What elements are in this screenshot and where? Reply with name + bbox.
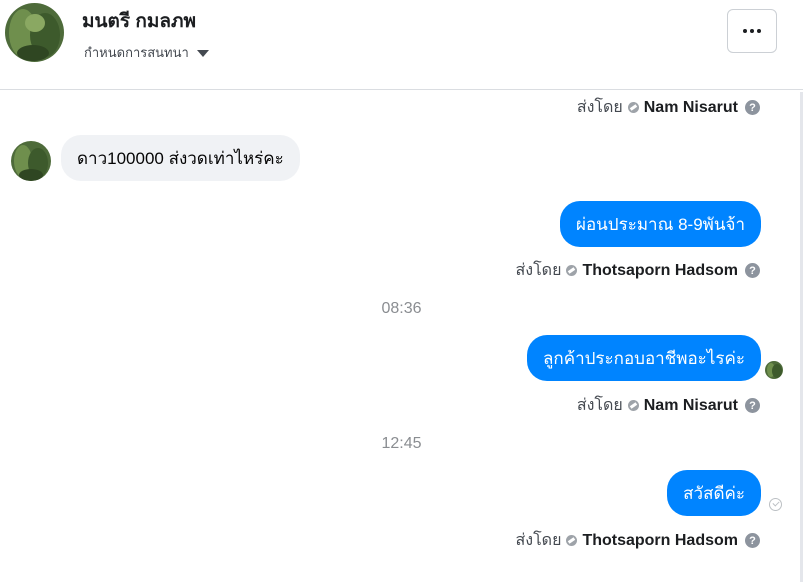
sent-by-label: ส่งโดย <box>515 262 562 279</box>
help-icon[interactable]: ? <box>745 533 760 548</box>
page-badge-icon <box>566 265 578 276</box>
sent-by-line: ส่งโดย Nam Nisarut ? <box>577 95 760 120</box>
timestamp: 12:45 <box>381 435 422 452</box>
message-text: สวัสดีค่ะ <box>683 483 745 503</box>
help-icon[interactable]: ? <box>745 398 760 413</box>
contact-name: มนตรี กมลภพ <box>82 11 197 32</box>
contact-avatar-small[interactable] <box>11 141 51 181</box>
message-text: ดาว100000 ส่งวดเท่าไหร่คะ <box>77 148 284 168</box>
sent-by-label: ส่งโดย <box>576 397 623 414</box>
help-icon[interactable]: ? <box>745 263 760 278</box>
caret-down-icon <box>196 50 209 57</box>
page-badge-icon <box>566 535 578 546</box>
more-options-button[interactable] <box>727 9 777 53</box>
conversation-settings-dropdown[interactable]: กำหนดการสนทนา <box>84 42 209 63</box>
sender-name[interactable]: Thotsaporn Hadsom <box>582 262 738 280</box>
sent-by-label: ส่งโดย <box>515 532 562 549</box>
more-dots-icon <box>743 29 761 33</box>
conversation-settings-label: กำหนดการสนทนา <box>84 45 189 60</box>
outgoing-message-bubble[interactable]: สวัสดีค่ะ <box>667 470 761 516</box>
message-text: ผ่อนประมาณ 8-9พันจ้า <box>576 214 745 234</box>
timestamp: 08:36 <box>381 300 422 317</box>
sender-name[interactable]: Nam Nisarut <box>644 99 738 117</box>
sent-check-icon <box>769 498 782 511</box>
sender-name[interactable]: Nam Nisarut <box>644 397 738 415</box>
sent-by-label: ส่งโดย <box>576 99 623 116</box>
outgoing-message-bubble[interactable]: ผ่อนประมาณ 8-9พันจ้า <box>560 201 761 247</box>
outgoing-message-bubble[interactable]: ลูกค้าประกอบอาชีพอะไรค่ะ <box>527 335 761 381</box>
message-text: ลูกค้าประกอบอาชีพอะไรค่ะ <box>543 348 745 368</box>
contact-avatar[interactable] <box>5 3 64 62</box>
incoming-message-bubble[interactable]: ดาว100000 ส่งวดเท่าไหร่คะ <box>61 135 300 181</box>
sent-by-line: ส่งโดย Thotsaporn Hadsom ? <box>515 528 760 553</box>
page-badge-icon <box>627 102 639 113</box>
page-badge-icon <box>627 400 639 411</box>
conversation-header: มนตรี กมลภพ กำหนดการสนทนา <box>0 0 803 90</box>
seen-avatar <box>765 361 783 379</box>
help-icon[interactable]: ? <box>745 100 760 115</box>
sent-by-line: ส่งโดย Thotsaporn Hadsom ? <box>515 258 760 283</box>
sent-by-line: ส่งโดย Nam Nisarut ? <box>577 393 760 418</box>
sender-name[interactable]: Thotsaporn Hadsom <box>582 532 738 550</box>
